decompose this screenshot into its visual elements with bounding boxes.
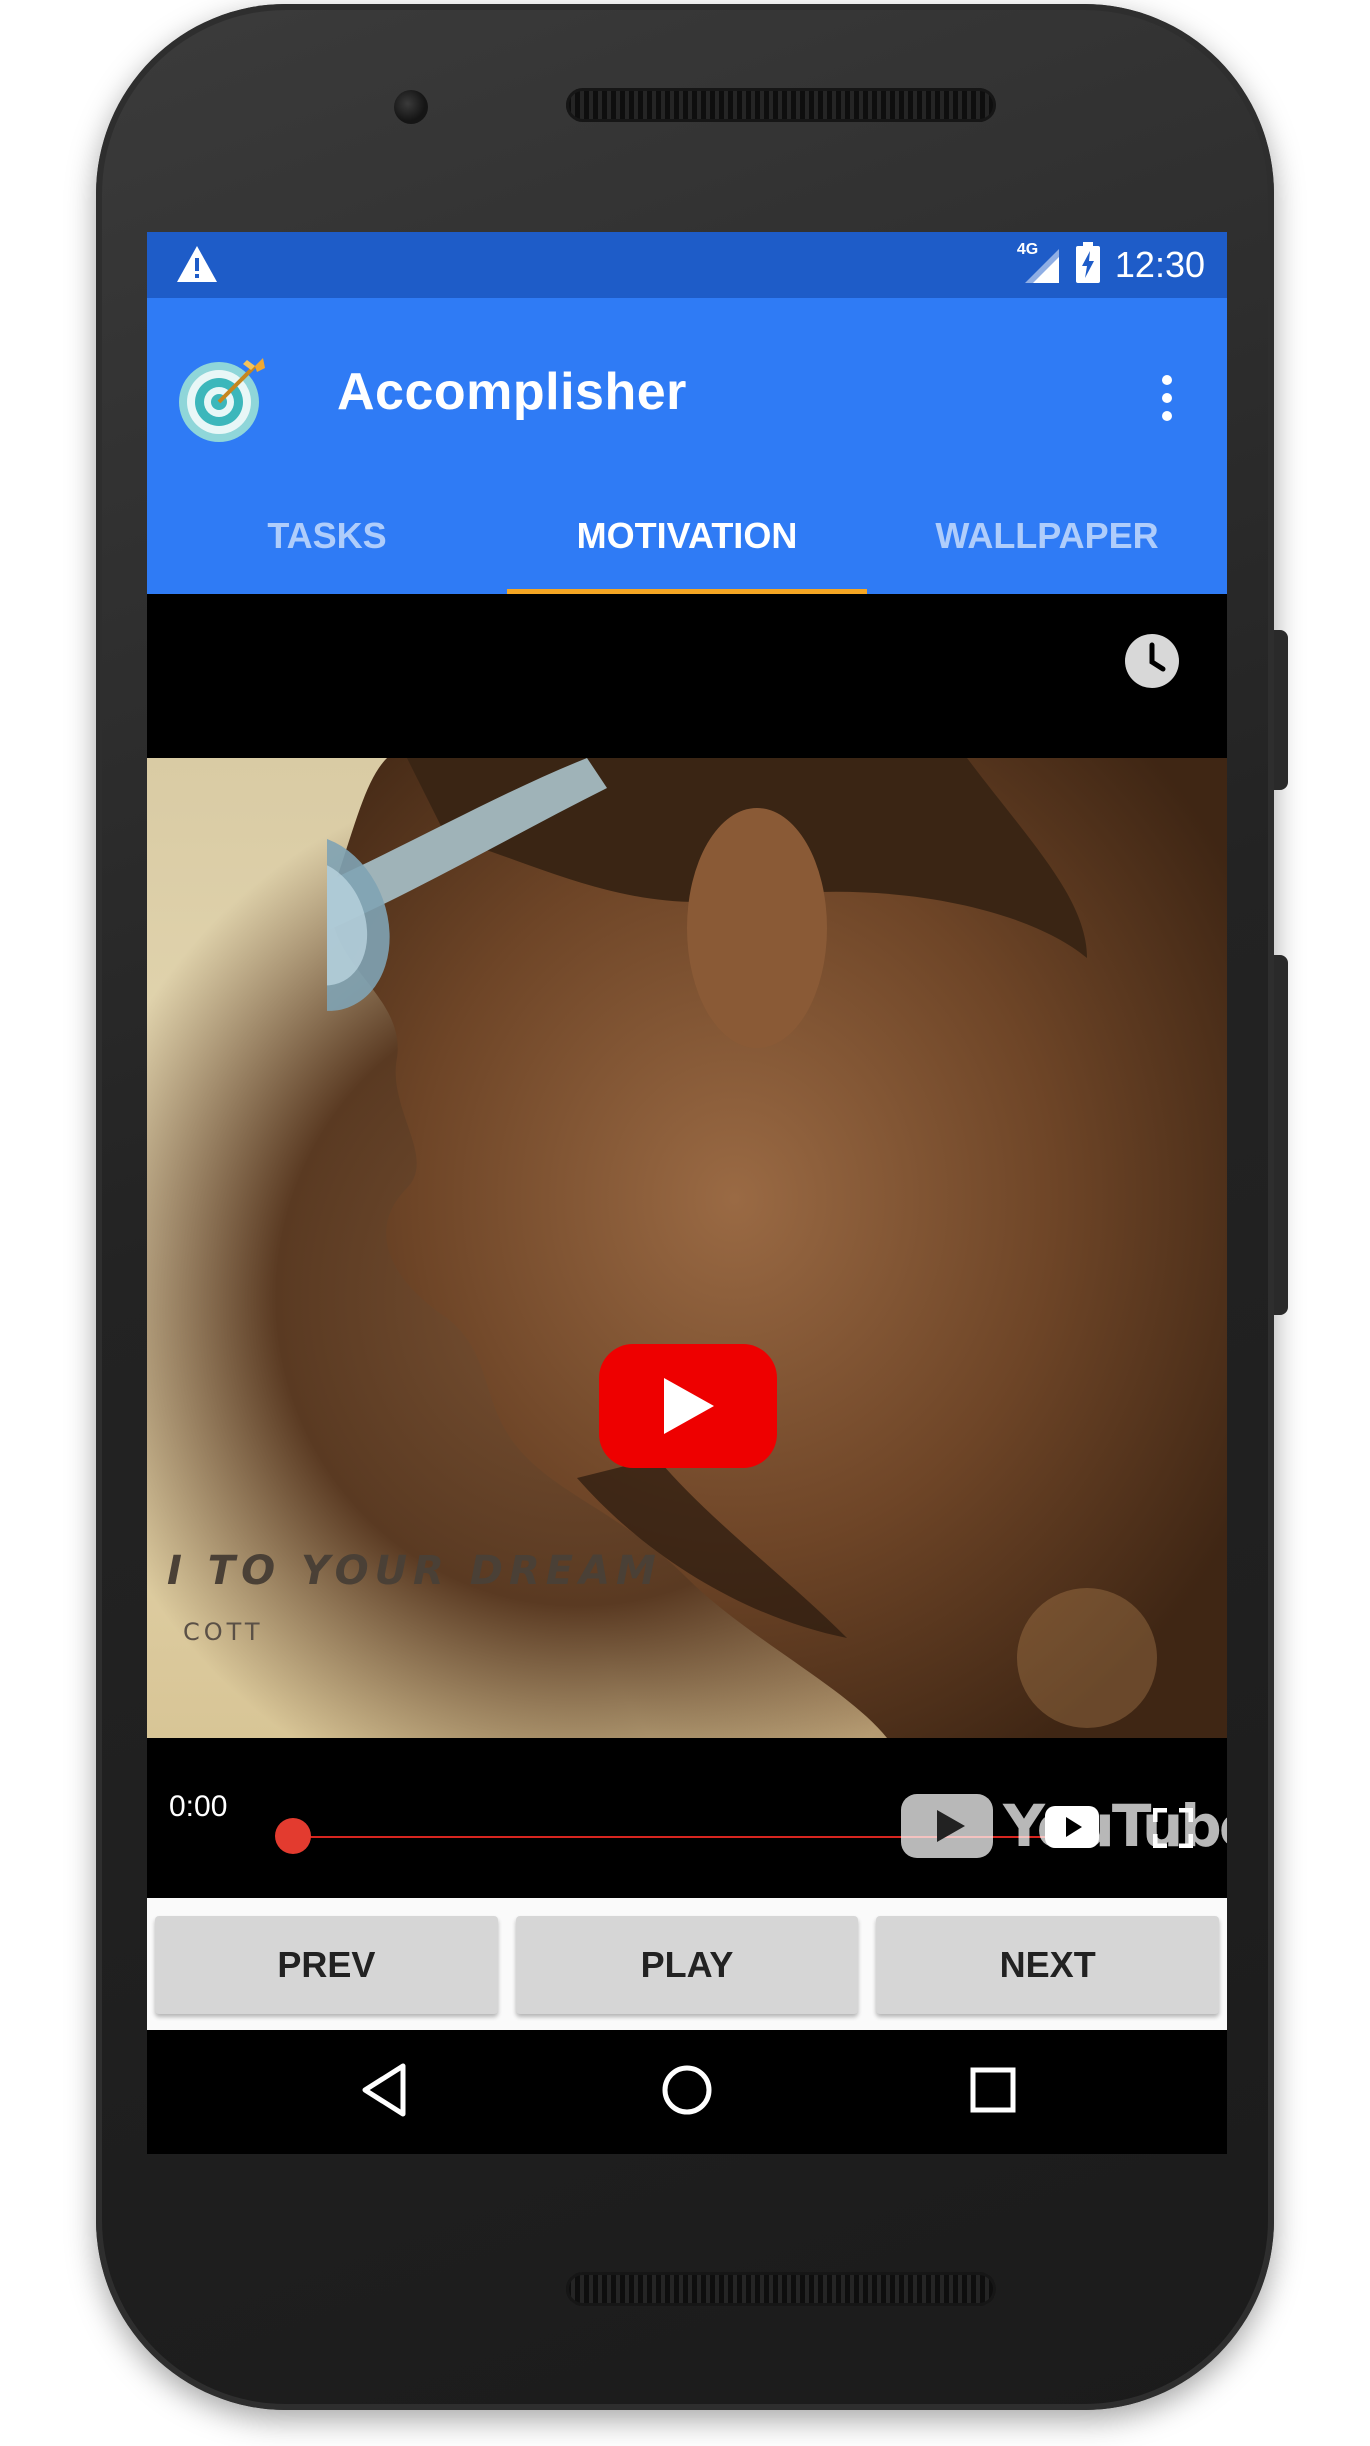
tab-tasks[interactable]: TASKS (147, 478, 507, 594)
youtube-logo-icon (901, 1794, 993, 1858)
next-button[interactable]: NEXT (876, 1916, 1220, 2014)
top-speaker-grille (566, 88, 996, 122)
device-frame-stage: 4G 12:30 Accomplisher TASKS MOTIVATION W… (0, 0, 1370, 2446)
device-screen: 4G 12:30 Accomplisher TASKS MOTIVATION W… (147, 232, 1227, 2154)
progress-scrubber[interactable] (275, 1818, 311, 1854)
power-button (1274, 630, 1288, 790)
play-button[interactable]: PLAY (515, 1916, 859, 2014)
overflow-menu-icon[interactable] (1147, 368, 1187, 428)
volume-button (1274, 955, 1288, 1315)
tab-bar: TASKS MOTIVATION WALLPAPER (147, 478, 1227, 594)
watch-later-clock-icon[interactable] (1123, 632, 1181, 690)
tab-wallpaper[interactable]: WALLPAPER (867, 478, 1227, 594)
app-title: Accomplisher (337, 363, 687, 421)
status-time: 12:30 (1114, 244, 1205, 285)
status-icons: 4G 12:30 (1017, 232, 1205, 298)
front-camera (394, 90, 428, 124)
player-controls: 0:00 YouTube (147, 1738, 1227, 1898)
youtube-play-button[interactable] (599, 1344, 777, 1468)
mini-play-icon[interactable] (1043, 1804, 1101, 1855)
home-nav-icon[interactable] (657, 2060, 717, 2125)
warning-icon (175, 244, 219, 289)
recents-nav-icon[interactable] (965, 2060, 1021, 2125)
status-bar: 4G 12:30 (147, 232, 1227, 298)
target-logo-icon[interactable] (177, 354, 267, 444)
battery-charging-icon (1075, 241, 1101, 289)
fullscreen-icon[interactable] (1152, 1807, 1194, 1853)
tab-motivation[interactable]: MOTIVATION (507, 478, 867, 594)
back-nav-icon[interactable] (357, 2060, 413, 2125)
signal-icon: 4G (1017, 241, 1061, 287)
youtube-player[interactable]: I TO YOUR DREAM COTT 0:00 YouTu (147, 594, 1227, 1898)
app-bar: Accomplisher (147, 298, 1227, 478)
play-triangle-icon (664, 1378, 714, 1434)
video-caption-author: COTT (183, 1618, 264, 1646)
system-navigation-bar (147, 2030, 1227, 2154)
prev-button[interactable]: PREV (155, 1916, 498, 2014)
video-caption: I TO YOUR DREAM (167, 1548, 662, 1594)
playback-button-bar: PREV PLAY NEXT (147, 1898, 1227, 2030)
youtube-logo-text: YouTube (1003, 1792, 1227, 1860)
current-time: 0:00 (169, 1790, 228, 1823)
bottom-speaker-grille (566, 2272, 996, 2306)
video-thumbnail[interactable]: I TO YOUR DREAM COTT (147, 758, 1227, 1738)
